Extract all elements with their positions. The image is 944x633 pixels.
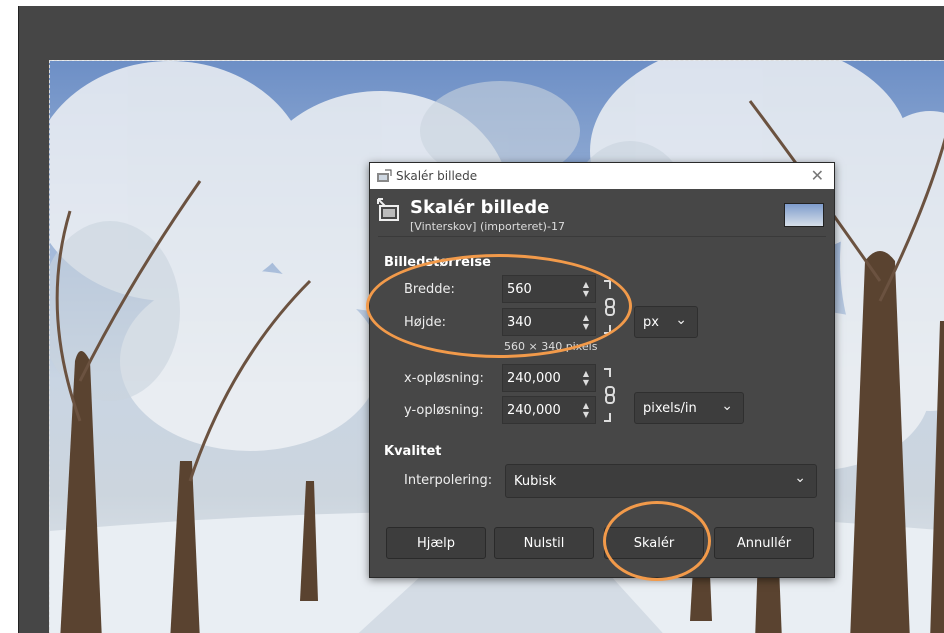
x-resolution-label: x-opløsning: — [404, 371, 484, 386]
x-resolution-stepper[interactable]: ▲ ▼ — [577, 365, 595, 391]
interpolation-label: Interpolering: — [404, 473, 493, 488]
close-icon[interactable]: ✕ — [811, 166, 824, 185]
quality-heading: Kvalitet — [384, 444, 442, 459]
help-button[interactable]: Hjælp — [386, 527, 486, 559]
divider — [378, 236, 826, 237]
y-resolution-stepper[interactable]: ▲ ▼ — [577, 397, 595, 423]
unit-value: px — [643, 314, 659, 330]
scale-image-icon — [377, 198, 399, 221]
y-resolution-value: 240,000 — [507, 402, 561, 418]
width-stepper[interactable]: ▲ ▼ — [577, 276, 595, 302]
header-subtitle: [Vinterskov] (importeret)-17 — [410, 220, 565, 233]
interpolation-select[interactable]: Kubisk ⌄ — [505, 464, 817, 498]
resolution-unit-select[interactable]: pixels/in ⌄ — [634, 392, 744, 424]
chevron-down-icon: ⌄ — [721, 398, 733, 414]
height-value: 340 — [507, 314, 532, 330]
window-title: Skalér billede — [396, 169, 478, 183]
height-stepper[interactable]: ▲ ▼ — [577, 309, 595, 335]
reset-button[interactable]: Nulstil — [494, 527, 594, 559]
resolution-unit-value: pixels/in — [643, 400, 697, 416]
dialog-header: Skalér billede [Vinterskov] (importeret)… — [370, 189, 834, 235]
cancel-button[interactable]: Annullér — [714, 527, 814, 559]
height-label: Højde: — [404, 315, 446, 330]
header-title: Skalér billede — [410, 197, 550, 218]
pixel-summary: 560 × 340 pixels — [504, 340, 598, 353]
unit-select[interactable]: px ⌄ — [634, 306, 698, 338]
width-input[interactable]: 560 ▲ ▼ — [502, 275, 596, 303]
image-thumbnail — [784, 203, 824, 227]
scale-button[interactable]: Skalér — [604, 527, 704, 559]
chain-link-icon[interactable] — [602, 279, 618, 335]
scale-image-icon — [377, 169, 392, 182]
width-label: Bredde: — [404, 282, 455, 297]
interpolation-value: Kubisk — [514, 473, 557, 489]
image-size-heading: Billedstørrelse — [384, 255, 491, 270]
width-value: 560 — [507, 281, 532, 297]
chain-link-icon[interactable] — [602, 367, 618, 423]
y-resolution-label: y-opløsning: — [404, 403, 484, 418]
scale-image-dialog: Skalér billede ✕ Skalér billede [Vinters… — [369, 162, 835, 578]
dialog-titlebar[interactable]: Skalér billede ✕ — [370, 163, 834, 189]
height-input[interactable]: 340 ▲ ▼ — [502, 308, 596, 336]
y-resolution-input[interactable]: 240,000 ▲ ▼ — [502, 396, 596, 424]
chevron-down-icon: ⌄ — [794, 470, 806, 486]
chevron-down-icon: ⌄ — [675, 312, 687, 328]
x-resolution-input[interactable]: 240,000 ▲ ▼ — [502, 364, 596, 392]
x-resolution-value: 240,000 — [507, 370, 561, 386]
